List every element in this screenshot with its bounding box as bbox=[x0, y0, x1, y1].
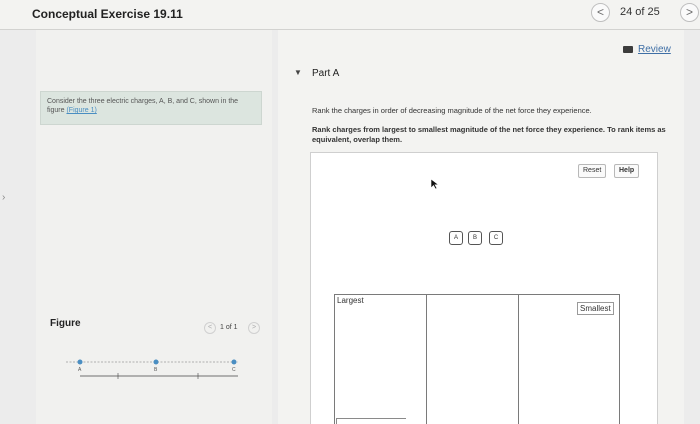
ranking-bin-1[interactable] bbox=[335, 295, 427, 424]
review-icon bbox=[623, 46, 633, 53]
review-link[interactable]: Review bbox=[638, 44, 671, 55]
exercise-title: Conceptual Exercise 19.11 bbox=[32, 7, 183, 21]
help-button[interactable]: Help bbox=[614, 164, 640, 178]
figure-prev-button[interactable]: < bbox=[204, 322, 216, 334]
smallest-label: Smallest bbox=[577, 302, 614, 315]
figure-page-count: 1 of 1 bbox=[220, 324, 238, 331]
top-bar: Conceptual Exercise 19.11 < 24 of 25 > bbox=[0, 0, 700, 30]
charge-b-letter: B bbox=[154, 367, 158, 373]
figure-next-button[interactable]: > bbox=[248, 322, 260, 334]
part-title[interactable]: Part A bbox=[312, 68, 339, 79]
charge-a-letter: A bbox=[78, 367, 82, 373]
charges-figure[interactable]: A B C bbox=[62, 350, 252, 390]
rank-tile-c[interactable]: C bbox=[489, 231, 503, 245]
ranking-bin-2[interactable] bbox=[427, 295, 519, 424]
part-toggle-caret-icon[interactable]: ▼ bbox=[294, 68, 302, 77]
problem-description: Consider the three electric charges, A, … bbox=[40, 91, 262, 125]
figure-link[interactable]: (Figure 1) bbox=[66, 107, 96, 114]
charge-b-dot bbox=[153, 359, 159, 365]
arrow-cursor-icon bbox=[430, 178, 440, 190]
ranking-instructions: Rank charges from largest to smallest ma… bbox=[312, 125, 666, 144]
chevron-right-icon[interactable]: › bbox=[2, 192, 5, 203]
next-exercise-button[interactable]: > bbox=[680, 3, 699, 22]
previous-exercise-button[interactable]: < bbox=[591, 3, 610, 22]
figure-label: Figure bbox=[50, 318, 81, 329]
right-panel: Review ▼ Part A Rank the charges in orde… bbox=[278, 30, 684, 424]
question-prompt: Rank the charges in order of decreasing … bbox=[312, 106, 592, 115]
page-count: 24 of 25 bbox=[620, 6, 660, 18]
rank-tile-a[interactable]: A bbox=[449, 231, 463, 245]
left-panel: Consider the three electric charges, A, … bbox=[36, 30, 272, 424]
reset-button[interactable]: Reset bbox=[578, 164, 607, 178]
charge-c-letter: C bbox=[232, 367, 236, 373]
partial-checkbox-row bbox=[336, 418, 406, 424]
rank-tile-b[interactable]: B bbox=[468, 231, 482, 245]
charge-c-dot bbox=[231, 359, 237, 365]
charge-a-dot bbox=[77, 359, 83, 365]
figure-pager: < 1 of 1 > bbox=[204, 322, 264, 336]
largest-label: Largest bbox=[335, 295, 366, 306]
